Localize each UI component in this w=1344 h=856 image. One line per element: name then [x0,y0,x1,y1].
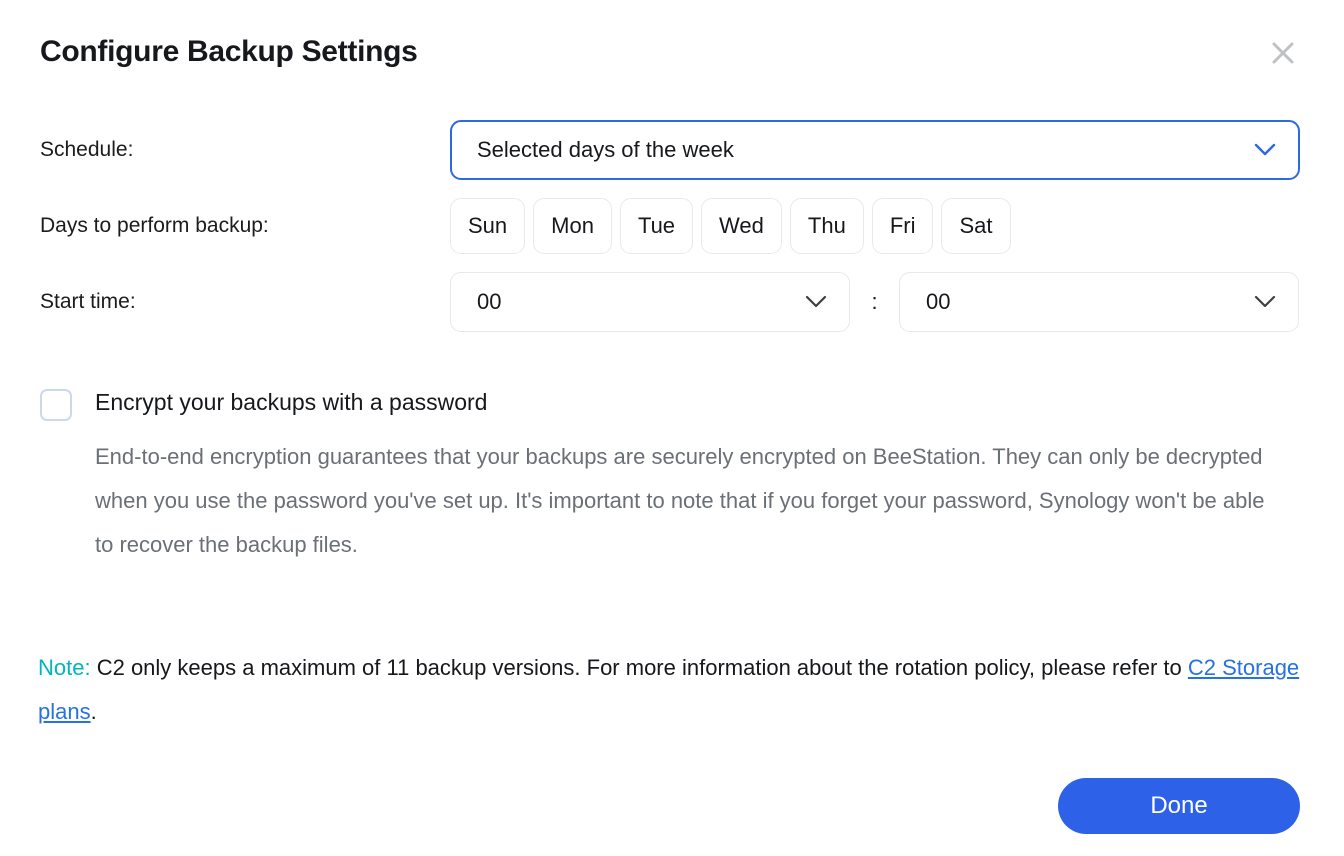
note-body-after: . [90,699,97,724]
chevron-down-icon [1254,295,1276,309]
encryption-description: End-to-end encryption guarantees that yo… [95,444,1265,557]
days-label: Days to perform backup: [40,214,269,237]
note-keyword: Note: [38,655,91,680]
start-time-hour-select[interactable]: 00 [450,272,850,332]
schedule-select[interactable]: Selected days of the week [450,120,1300,180]
day-chip-sat[interactable]: Sat [941,198,1011,254]
encrypt-backups-label: Encrypt your backups with a password [95,389,488,415]
chevron-down-icon [805,295,827,309]
day-chip-group: Sun Mon Tue Wed Thu Fri Sat [450,198,1011,254]
time-separator: : [871,289,878,314]
page-title: Configure Backup Settings [40,35,418,68]
start-time-field-area: 00 : 00 [450,272,1300,332]
start-time-minute-value: 00 [926,289,951,314]
close-icon[interactable] [1266,36,1300,70]
start-time-row: Start time: 00 : 00 [40,272,1300,332]
schedule-field-area: Selected days of the week [450,120,1300,180]
note-body-before: C2 only keeps a maximum of 11 backup ver… [90,655,1188,680]
encrypt-backups-checkbox[interactable] [40,389,72,421]
day-chip-wed[interactable]: Wed [701,198,782,254]
schedule-row: Schedule: Selected days of the week [40,120,1300,180]
note-text: Note: C2 only keeps a maximum of 11 back… [38,646,1303,734]
done-button[interactable]: Done [1058,778,1300,834]
day-chip-sun[interactable]: Sun [450,198,526,254]
configure-backup-settings-dialog: Configure Backup Settings Schedule: Sele… [0,0,1344,856]
day-chip-tue[interactable]: Tue [619,198,694,254]
encryption-checkbox-row: Encrypt your backups with a password [40,386,1300,421]
day-chip-fri[interactable]: Fri [871,198,934,254]
encryption-section: Encrypt your backups with a password End… [40,386,1300,567]
schedule-label: Schedule: [40,138,134,161]
start-time-minute-select[interactable]: 00 [899,272,1299,332]
start-time-hour-value: 00 [477,289,502,314]
day-chip-mon[interactable]: Mon [533,198,612,254]
chevron-down-icon [1254,143,1276,157]
days-row: Days to perform backup: Sun Mon Tue Wed … [40,196,1300,256]
days-field-area: Sun Mon Tue Wed Thu Fri Sat [450,198,1300,254]
start-time-label: Start time: [40,290,136,313]
day-chip-thu[interactable]: Thu [789,198,864,254]
schedule-select-value: Selected days of the week [477,137,734,162]
